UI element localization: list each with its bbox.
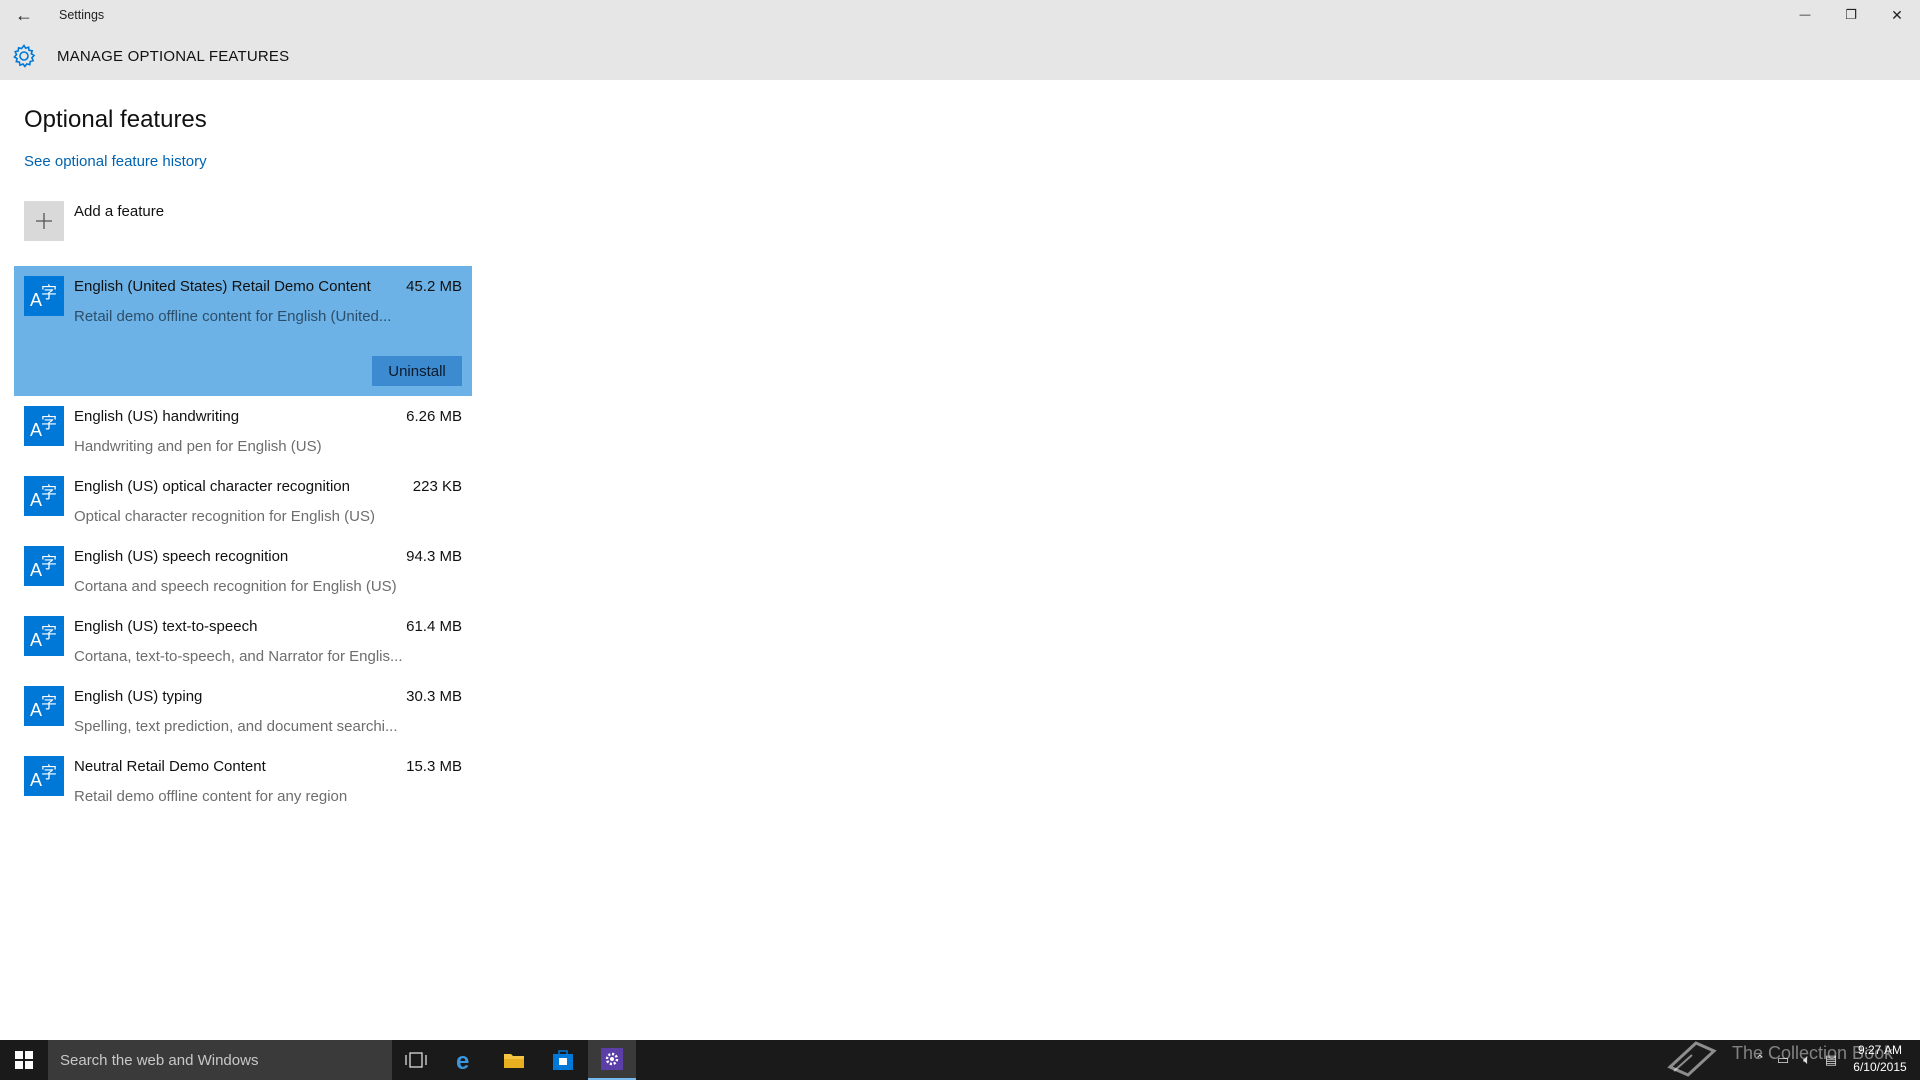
start-button[interactable] xyxy=(0,1040,48,1080)
settings-taskbar-button[interactable] xyxy=(588,1040,636,1080)
close-button[interactable]: ✕ xyxy=(1874,0,1920,30)
add-feature-label: Add a feature xyxy=(74,203,165,220)
feature-item-handwriting[interactable]: A字 English (US) handwriting 6.26 MB Hand… xyxy=(14,398,472,466)
uninstall-button[interactable]: Uninstall xyxy=(372,356,462,386)
store-button[interactable] xyxy=(539,1040,587,1080)
feature-size: 94.3 MB xyxy=(406,548,462,565)
book-logo-icon xyxy=(1667,1041,1717,1077)
clock-time: 9:27 AM xyxy=(1857,1043,1903,1057)
page-title: Optional features xyxy=(24,106,207,133)
feature-name: English (US) typing xyxy=(74,688,203,705)
feature-item-text-to-speech[interactable]: A字 English (US) text-to-speech 61.4 MB C… xyxy=(14,608,472,676)
language-feature-icon: A字 xyxy=(24,276,64,316)
feature-description: Spelling, text prediction, and document … xyxy=(74,718,398,735)
window-title: Settings xyxy=(59,8,105,22)
edge-icon: e xyxy=(456,1048,469,1072)
feature-size: 15.3 MB xyxy=(406,758,462,775)
feature-item-typing[interactable]: A字 English (US) typing 30.3 MB Spelling,… xyxy=(14,678,472,746)
file-explorer-icon xyxy=(504,1054,524,1068)
feature-name: English (US) optical character recogniti… xyxy=(74,478,350,495)
search-placeholder: Search the web and Windows xyxy=(60,1052,259,1069)
svg-text:字: 字 xyxy=(41,623,57,642)
task-view-button[interactable] xyxy=(392,1040,440,1080)
taskbar-search-box[interactable]: Search the web and Windows xyxy=(48,1040,392,1080)
feature-item-ocr[interactable]: A字 English (US) optical character recogn… xyxy=(14,468,472,536)
language-feature-icon: A字 xyxy=(24,476,64,516)
feature-name: English (US) handwriting xyxy=(74,408,240,425)
page-header-title: MANAGE OPTIONAL FEATURES xyxy=(57,48,290,65)
feature-name: English (US) speech recognition xyxy=(74,548,289,565)
feature-size: 61.4 MB xyxy=(406,618,462,635)
taskbar: Search the web and Windows e ⌃ ▭ 🔈︎ ▤ xyxy=(0,1040,1920,1080)
language-feature-icon: A字 xyxy=(24,756,64,796)
file-explorer-button[interactable] xyxy=(490,1040,538,1080)
language-feature-icon: A字 xyxy=(24,546,64,586)
clock-date: 6/10/2015 xyxy=(1853,1060,1907,1074)
feature-item-speech-recognition[interactable]: A字 English (US) speech recognition 94.3 … xyxy=(14,538,472,606)
title-bar: ← Settings — ❐ ✕ xyxy=(0,0,1920,30)
feature-description: Cortana and speech recognition for Engli… xyxy=(74,578,397,595)
feature-item-retail-demo-en-us[interactable]: A字 English (United States) Retail Demo C… xyxy=(14,266,472,396)
language-feature-icon: A字 xyxy=(24,406,64,446)
feature-history-link[interactable]: See optional feature history xyxy=(24,153,207,170)
feature-description: Retail demo offline content for English … xyxy=(74,308,392,325)
feature-name: English (United States) Retail Demo Cont… xyxy=(74,278,371,295)
windows-logo-icon xyxy=(15,1051,33,1069)
language-feature-icon: A字 xyxy=(24,686,64,726)
svg-text:字: 字 xyxy=(41,693,57,712)
svg-text:字: 字 xyxy=(41,553,57,572)
gear-icon xyxy=(13,44,36,68)
taskbar-clock[interactable]: 9:27 AM 6/10/2015 xyxy=(1848,1042,1912,1076)
main-content: Optional features See optional feature h… xyxy=(0,80,1920,1040)
minimize-button[interactable]: — xyxy=(1782,0,1828,30)
svg-text:字: 字 xyxy=(41,763,57,782)
page-header: MANAGE OPTIONAL FEATURES xyxy=(0,30,1920,80)
feature-size: 223 KB xyxy=(412,478,462,495)
task-view-icon xyxy=(405,1052,427,1068)
feature-size: 30.3 MB xyxy=(406,688,462,705)
feature-name: Neutral Retail Demo Content xyxy=(74,758,266,775)
close-icon: ✕ xyxy=(1891,6,1903,23)
edge-button[interactable]: e xyxy=(442,1040,490,1080)
feature-description: Retail demo offline content for any regi… xyxy=(74,788,348,805)
settings-icon xyxy=(601,1048,623,1070)
plus-icon xyxy=(24,201,64,241)
maximize-button[interactable]: ❐ xyxy=(1828,0,1874,30)
svg-text:字: 字 xyxy=(41,483,57,502)
add-feature-button[interactable]: Add a feature xyxy=(24,201,324,241)
svg-text:字: 字 xyxy=(41,283,57,302)
restore-icon: ❐ xyxy=(1845,7,1857,22)
feature-size: 6.26 MB xyxy=(406,408,462,425)
language-feature-icon: A字 xyxy=(24,616,64,656)
svg-text:字: 字 xyxy=(41,413,57,432)
feature-name: English (US) text-to-speech xyxy=(74,618,258,635)
store-icon xyxy=(553,1050,573,1070)
feature-description: Cortana, text-to-speech, and Narrator fo… xyxy=(74,648,403,665)
back-button[interactable]: ← xyxy=(6,0,42,30)
back-arrow-icon: ← xyxy=(15,4,33,25)
feature-size: 45.2 MB xyxy=(406,278,462,295)
minimize-icon: — xyxy=(1799,9,1811,21)
feature-description: Optical character recognition for Englis… xyxy=(74,508,375,525)
feature-description: Handwriting and pen for English (US) xyxy=(74,438,322,455)
feature-item-neutral-retail-demo[interactable]: A字 Neutral Retail Demo Content 15.3 MB R… xyxy=(14,748,472,816)
svg-text:e: e xyxy=(456,1048,469,1072)
